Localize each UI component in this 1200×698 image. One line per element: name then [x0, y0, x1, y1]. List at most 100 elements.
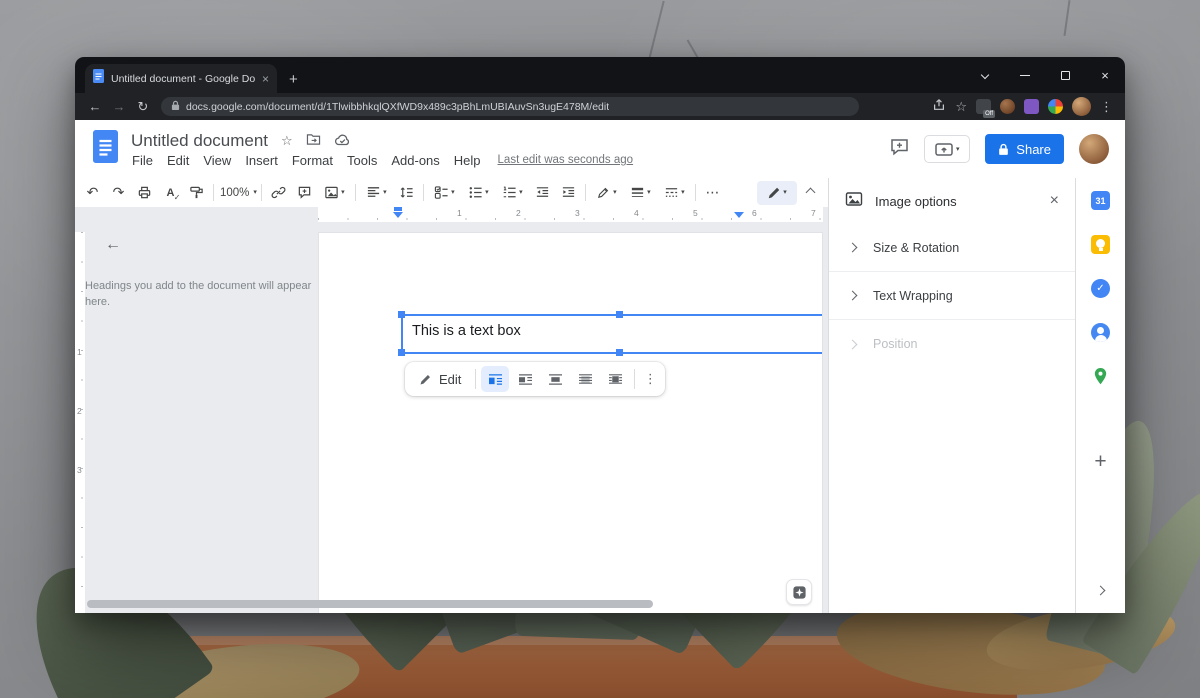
- extensions-pinwheel-icon[interactable]: [1048, 99, 1063, 114]
- close-panel-icon[interactable]: ×: [1050, 193, 1059, 209]
- menu-edit[interactable]: Edit: [160, 153, 196, 168]
- menu-view[interactable]: View: [196, 153, 238, 168]
- docs-header: Untitled document ☆ File Edit View Inser…: [75, 120, 1125, 178]
- comment-history-icon[interactable]: [890, 138, 909, 161]
- tab-search-chevron-icon[interactable]: [965, 57, 1005, 93]
- tasks-icon[interactable]: ✓: [1091, 279, 1110, 298]
- extension-off-icon[interactable]: Off: [976, 99, 991, 114]
- tab-close-icon[interactable]: ×: [262, 73, 269, 85]
- docs-body: ↶ ↷ A✓ 100%▾: [75, 178, 1125, 613]
- document-status-cloud-icon[interactable]: [334, 133, 351, 148]
- browser-profile-avatar[interactable]: [1072, 97, 1091, 116]
- browser-tab[interactable]: Untitled document - Google Doc ×: [85, 64, 277, 93]
- extension-icon[interactable]: [1000, 99, 1015, 114]
- spellcheck-button[interactable]: A✓: [158, 181, 183, 205]
- toolbar-more-button[interactable]: ⋯: [700, 181, 725, 205]
- share-button[interactable]: Share: [985, 134, 1064, 164]
- selection-handle[interactable]: [616, 349, 623, 356]
- line-spacing-button[interactable]: [394, 181, 419, 205]
- share-label: Share: [1016, 142, 1051, 157]
- selection-handle[interactable]: [398, 311, 405, 318]
- contacts-icon[interactable]: [1091, 323, 1110, 342]
- drawing-context-toolbar: Edit: [405, 362, 665, 396]
- redo-button[interactable]: ↷: [106, 181, 131, 205]
- image-options-header: Image options ×: [829, 178, 1075, 224]
- present-button[interactable]: ▾: [924, 135, 970, 163]
- menu-format[interactable]: Format: [285, 153, 340, 168]
- address-bar[interactable]: docs.google.com/document/d/1TlwibbhkqlQX…: [161, 97, 859, 116]
- menu-addons[interactable]: Add-ons: [384, 153, 446, 168]
- print-button[interactable]: [132, 181, 157, 205]
- editing-mode-button[interactable]: ▾: [757, 181, 797, 205]
- section-text-wrapping[interactable]: Text Wrapping: [829, 272, 1075, 320]
- increase-indent-button[interactable]: [556, 181, 581, 205]
- close-outline-icon[interactable]: ←: [105, 237, 320, 253]
- textbox-selection-bottom-edge[interactable]: [401, 352, 822, 354]
- explore-button[interactable]: [786, 579, 812, 605]
- horizontal-scrollbar[interactable]: [87, 600, 653, 608]
- drawing-more-options-icon[interactable]: ⋮: [640, 371, 660, 387]
- add-addon-button[interactable]: +: [1094, 452, 1106, 472]
- image-icon: [845, 191, 863, 212]
- last-edit-link[interactable]: Last edit was seconds ago: [498, 154, 634, 166]
- back-button[interactable]: ←: [83, 99, 107, 114]
- textbox-text[interactable]: This is a text box: [412, 323, 521, 339]
- document-page[interactable]: This is a text box Edit: [318, 232, 823, 613]
- section-size-rotation[interactable]: Size & Rotation: [829, 224, 1075, 272]
- keep-icon[interactable]: [1091, 235, 1110, 254]
- browser-menu-icon[interactable]: ⋮: [1100, 99, 1113, 115]
- paint-format-button[interactable]: [184, 181, 209, 205]
- right-indent-marker[interactable]: [734, 212, 744, 218]
- break-text-button[interactable]: [541, 366, 569, 392]
- forward-button[interactable]: →: [107, 99, 131, 114]
- first-line-indent-marker[interactable]: [394, 207, 402, 211]
- minimize-button[interactable]: [1005, 57, 1045, 93]
- hide-side-panel-icon[interactable]: [1097, 581, 1104, 599]
- numbered-list-button[interactable]: ▾: [496, 181, 529, 205]
- share-page-icon[interactable]: [932, 97, 946, 117]
- border-color-button[interactable]: ▾: [590, 181, 623, 205]
- selection-handle[interactable]: [616, 311, 623, 318]
- decrease-indent-button[interactable]: [530, 181, 555, 205]
- document-title[interactable]: Untitled document: [131, 131, 268, 151]
- textbox-selection-top-edge[interactable]: [401, 314, 822, 316]
- new-tab-button[interactable]: +: [289, 72, 298, 87]
- refresh-button[interactable]: ↻: [131, 99, 155, 115]
- extension-icon[interactable]: [1024, 99, 1039, 114]
- calendar-icon[interactable]: 31: [1091, 191, 1110, 210]
- border-dash-button[interactable]: ▾: [658, 181, 691, 205]
- undo-button[interactable]: ↶: [80, 181, 105, 205]
- move-to-folder-icon[interactable]: [306, 133, 321, 148]
- edit-drawing-button[interactable]: Edit: [410, 372, 470, 387]
- behind-text-button[interactable]: [571, 366, 599, 392]
- zoom-select[interactable]: 100%▾: [218, 181, 257, 205]
- align-button[interactable]: ▾: [360, 181, 393, 205]
- maps-icon[interactable]: [1092, 367, 1109, 391]
- docs-app: Untitled document ☆ File Edit View Inser…: [75, 120, 1125, 613]
- wrap-inline-button[interactable]: [481, 366, 509, 392]
- star-document-icon[interactable]: ☆: [281, 134, 293, 147]
- in-front-of-text-button[interactable]: [601, 366, 629, 392]
- textbox-selection-left-edge[interactable]: [401, 314, 403, 354]
- insert-image-button[interactable]: ▾: [318, 181, 351, 205]
- border-weight-button[interactable]: ▾: [624, 181, 657, 205]
- hide-menus-button[interactable]: [798, 181, 823, 205]
- add-comment-button[interactable]: [292, 181, 317, 205]
- left-indent-marker[interactable]: [393, 212, 403, 218]
- menu-help[interactable]: Help: [447, 153, 488, 168]
- menu-tools[interactable]: Tools: [340, 153, 384, 168]
- insert-link-button[interactable]: [266, 181, 291, 205]
- horizontal-ruler[interactable]: 1 2 3 4 5 6 7: [318, 207, 823, 222]
- bookmark-star-icon[interactable]: ☆: [955, 99, 967, 115]
- docs-logo[interactable]: [93, 130, 118, 168]
- profile-avatar[interactable]: [1079, 134, 1109, 164]
- menu-insert[interactable]: Insert: [238, 153, 285, 168]
- window-close-button[interactable]: ×: [1085, 57, 1125, 93]
- menu-file[interactable]: File: [131, 153, 160, 168]
- maximize-button[interactable]: [1045, 57, 1085, 93]
- bulleted-list-button[interactable]: ▾: [462, 181, 495, 205]
- selection-handle[interactable]: [398, 349, 405, 356]
- checklist-button[interactable]: ▾: [428, 181, 461, 205]
- wrap-text-button[interactable]: [511, 366, 539, 392]
- vertical-ruler[interactable]: 1 2 3: [75, 232, 85, 613]
